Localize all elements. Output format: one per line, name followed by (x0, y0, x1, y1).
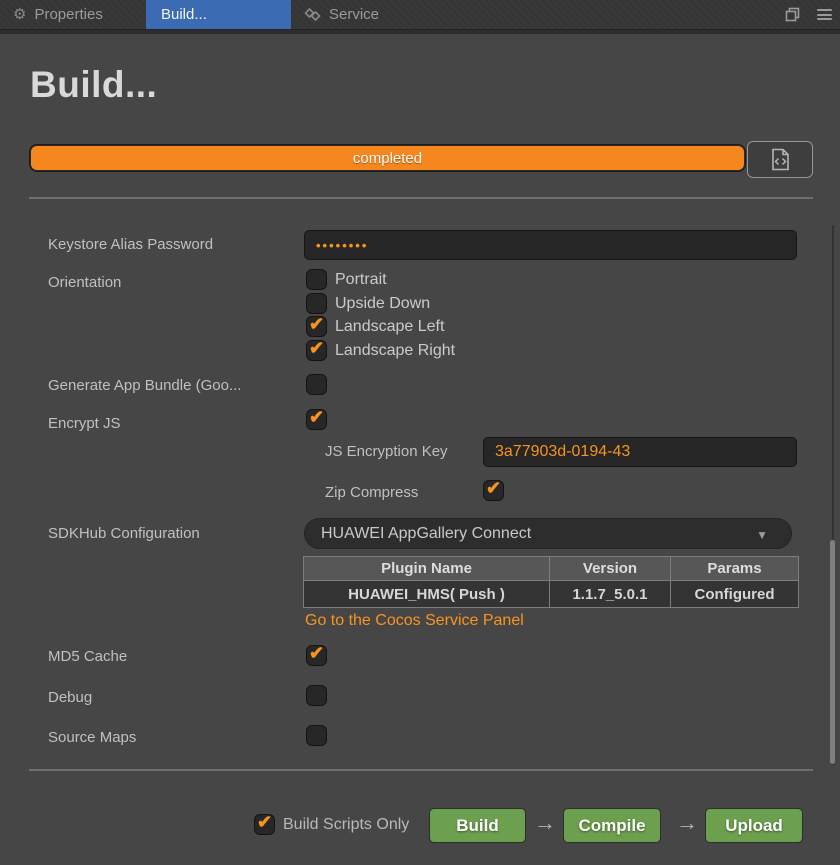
check-icon: ✔ (307, 407, 326, 428)
debug-label: Debug (48, 689, 92, 706)
menu-icon[interactable] (817, 9, 832, 20)
build-scripts-only-checkbox[interactable]: ✔ (254, 814, 275, 835)
check-icon: ✔ (307, 338, 326, 359)
build-button[interactable]: Build (429, 808, 526, 843)
gear-icon: ⚙ (13, 7, 26, 22)
orientation-label: Orientation (48, 274, 121, 291)
md5-cache-label: MD5 Cache (48, 648, 127, 665)
generate-app-bundle-label: Generate App Bundle (Goo... (48, 377, 241, 394)
check-icon: ✔ (484, 478, 503, 499)
js-encryption-key-label: JS Encryption Key (325, 443, 448, 460)
encrypt-js-label: Encrypt JS (48, 415, 121, 432)
plugin-version-cell: 1.1.7_5.0.1 (550, 581, 671, 608)
keystore-alias-password-label: Keystore Alias Password (48, 236, 213, 253)
tabbar-divider (0, 29, 840, 34)
sdkhub-configuration-label: SDKHub Configuration (48, 525, 200, 542)
encrypt-js-checkbox[interactable]: ✔ (306, 409, 327, 430)
window-controls (785, 0, 840, 29)
source-maps-checkbox[interactable] (306, 725, 327, 746)
debug-checkbox[interactable] (306, 685, 327, 706)
plugin-name-cell: HUAWEI_HMS( Push ) (304, 581, 550, 608)
orientation-landscape-right-checkbox[interactable]: ✔ (306, 340, 327, 361)
tab-build-label: Build... (161, 6, 207, 23)
generate-app-bundle-checkbox[interactable] (306, 374, 327, 395)
plugins-table-header-row: Plugin Name Version Params (304, 557, 799, 581)
tab-properties-label: Properties (34, 6, 102, 23)
plugins-header-version: Version (550, 557, 671, 581)
orientation-portrait-label: Portrait (335, 271, 387, 289)
zip-compress-checkbox[interactable]: ✔ (483, 480, 504, 501)
build-panel: ⚙ Properties Build... Service (0, 0, 840, 865)
build-progress-bar: completed (29, 144, 746, 172)
arrow-right-icon: → (534, 810, 556, 836)
cocos-service-panel-link[interactable]: Go to the Cocos Service Panel (305, 612, 524, 630)
divider-bottom (29, 769, 813, 771)
check-icon: ✔ (255, 812, 274, 833)
tab-bar: ⚙ Properties Build... Service (0, 0, 840, 29)
open-build-log-button[interactable] (747, 141, 813, 178)
check-icon: ✔ (307, 314, 326, 335)
build-scripts-only-label: Build Scripts Only (283, 816, 409, 834)
plugins-header-plugin-name: Plugin Name (304, 557, 550, 581)
plugin-params-cell: Configured (671, 581, 799, 608)
plugins-table: Plugin Name Version Params HUAWEI_HMS( P… (303, 556, 799, 608)
restore-panel-icon[interactable] (785, 7, 800, 22)
compile-button[interactable]: Compile (563, 808, 661, 843)
tab-properties[interactable]: ⚙ Properties (0, 0, 146, 29)
js-encryption-key-input[interactable] (483, 437, 797, 467)
check-icon: ✔ (307, 643, 326, 664)
build-progress-status: completed (30, 145, 745, 171)
orientation-landscape-left-label: Landscape Left (335, 318, 444, 336)
divider-top (29, 197, 813, 199)
scrollbar-thumb[interactable] (830, 540, 835, 764)
tab-build[interactable]: Build... (146, 0, 291, 29)
chevron-down-icon: ▼ (756, 528, 768, 542)
orientation-upside-down-label: Upside Down (335, 295, 430, 313)
tab-service[interactable]: Service (291, 0, 431, 29)
tab-service-label: Service (329, 6, 379, 23)
md5-cache-checkbox[interactable]: ✔ (306, 645, 327, 666)
orientation-upside-down-checkbox[interactable] (306, 293, 327, 314)
service-icon (304, 7, 321, 22)
orientation-portrait-checkbox[interactable] (306, 269, 327, 290)
source-maps-label: Source Maps (48, 729, 136, 746)
keystore-alias-password-input[interactable] (304, 230, 797, 260)
orientation-landscape-left-checkbox[interactable]: ✔ (306, 316, 327, 337)
upload-button[interactable]: Upload (705, 808, 803, 843)
plugins-header-params: Params (671, 557, 799, 581)
file-code-icon (771, 148, 790, 171)
zip-compress-label: Zip Compress (325, 484, 418, 501)
page-title: Build... (30, 64, 157, 106)
sdkhub-configuration-select[interactable]: HUAWEI AppGallery Connect ▼ (304, 518, 792, 549)
arrow-right-icon: → (676, 810, 698, 836)
sdkhub-selected-value: HUAWEI AppGallery Connect (321, 525, 531, 543)
table-row: HUAWEI_HMS( Push ) 1.1.7_5.0.1 Configure… (304, 581, 799, 608)
orientation-landscape-right-label: Landscape Right (335, 342, 455, 360)
